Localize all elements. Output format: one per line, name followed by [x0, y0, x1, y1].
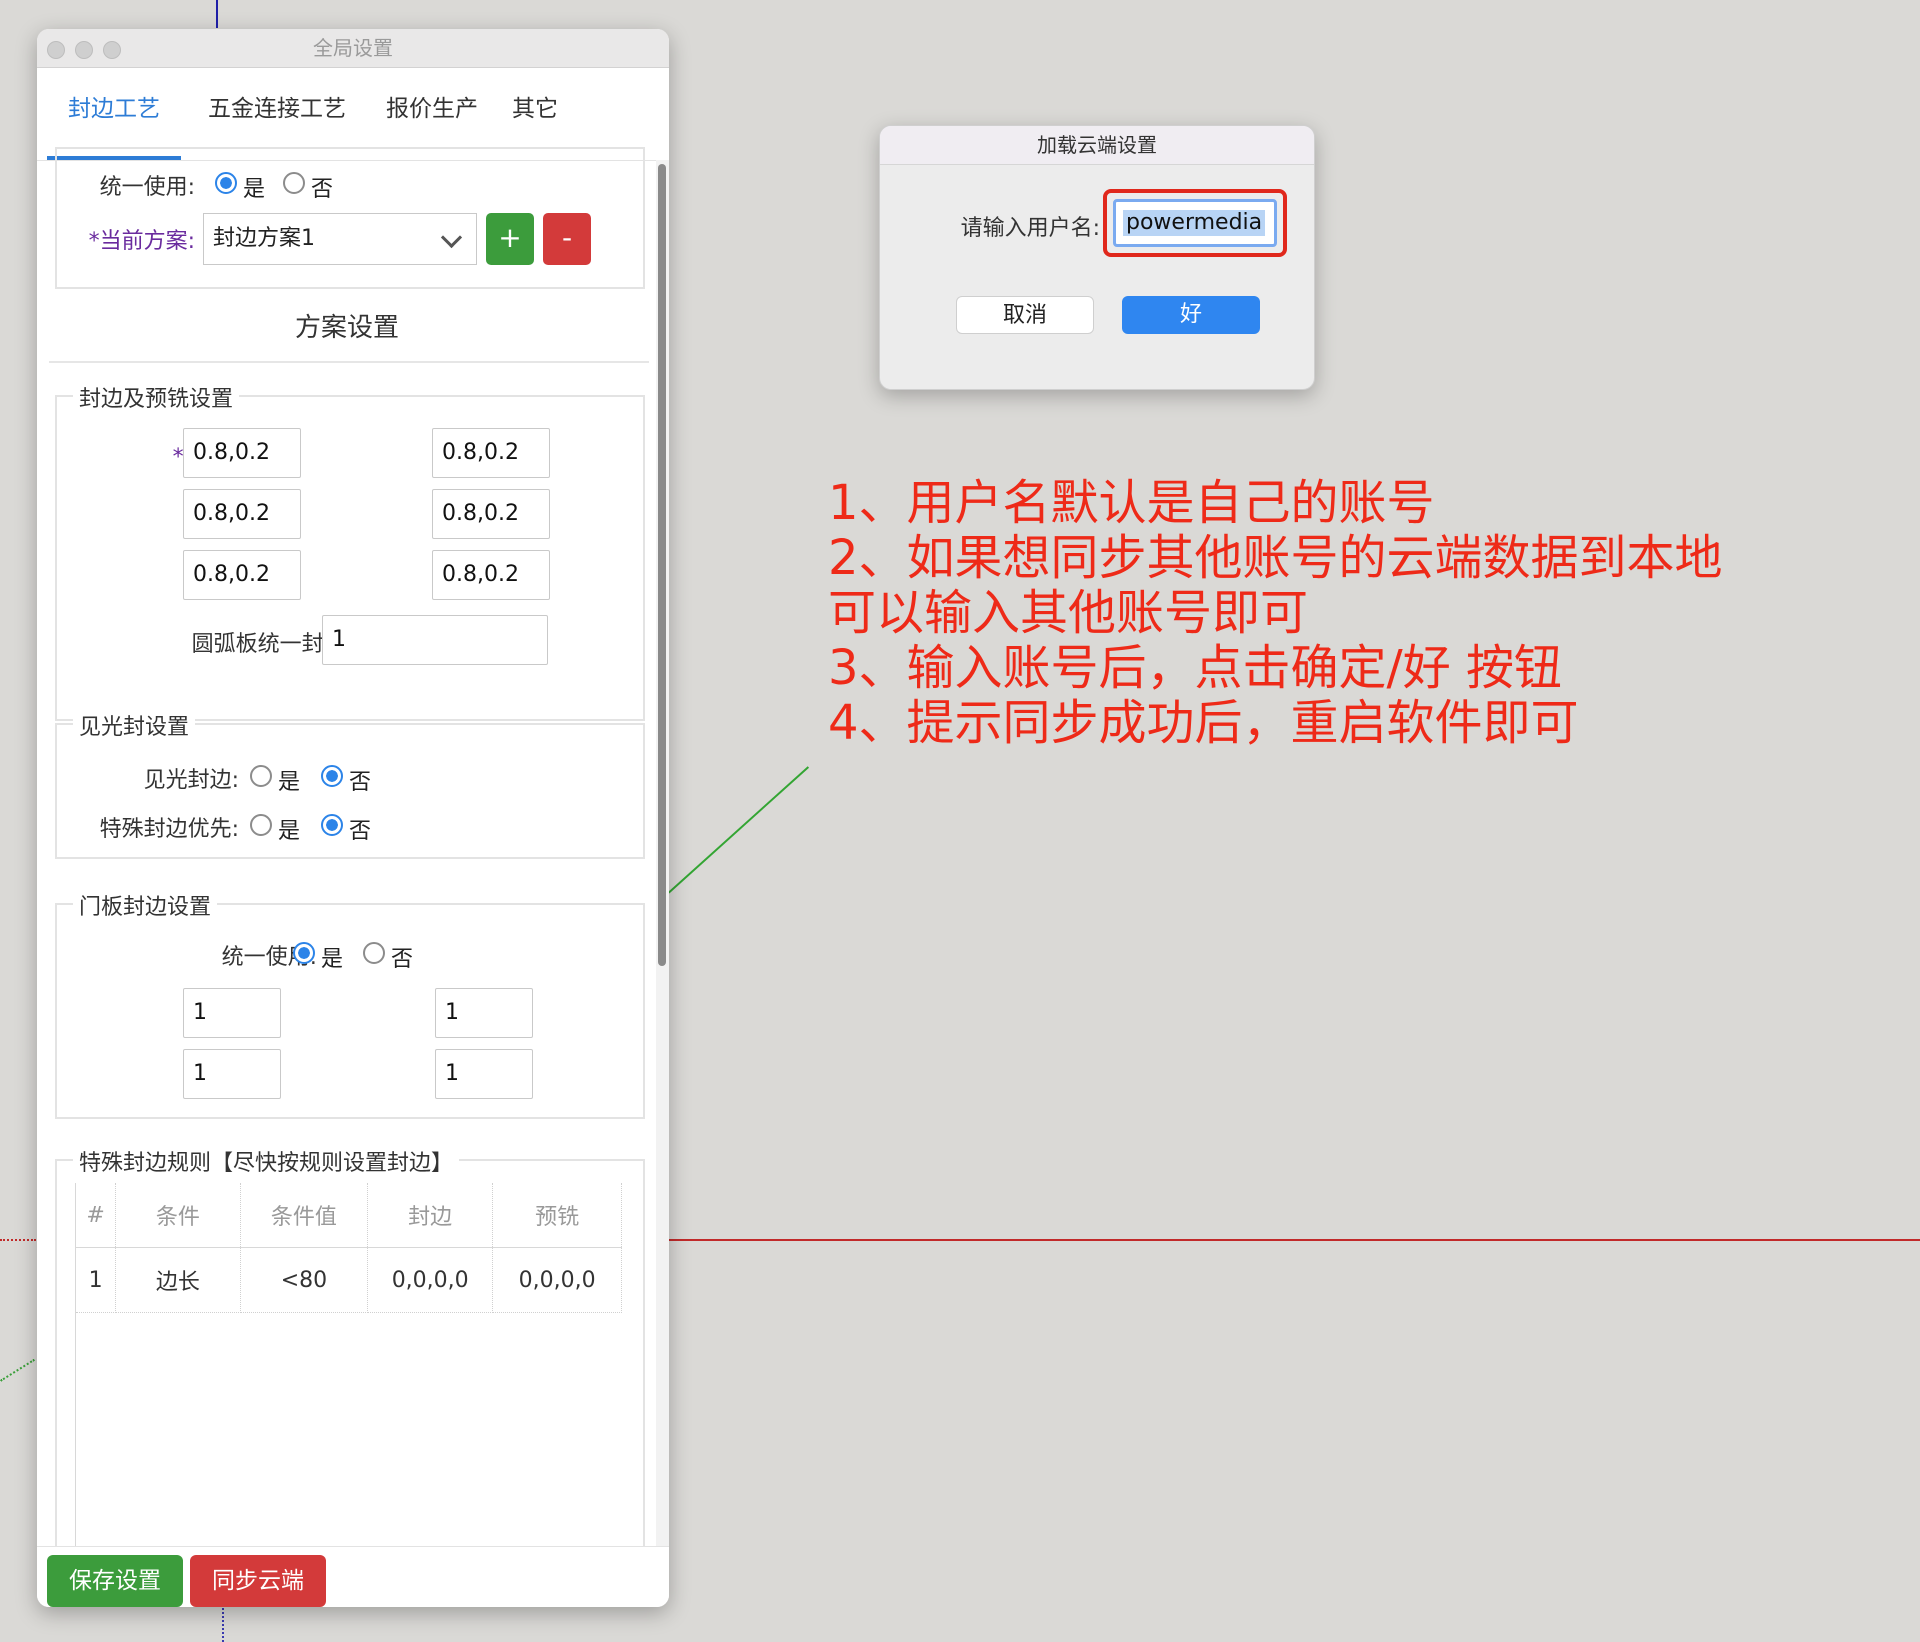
annotation-line-4: 3、输入账号后，点击确定/好 按钮: [828, 640, 1562, 696]
edge-milling-legend: 封边及预铣设置: [73, 381, 240, 413]
unified-use-yes-radio[interactable]: [215, 172, 237, 194]
table-cell-premill: 0,0,0,0: [492, 1247, 622, 1313]
annotation-line-1: 1、用户名默认是自己的账号: [828, 475, 1435, 531]
special-priority-no-radio[interactable]: [321, 814, 343, 836]
visible-edge-legend: 见光封设置: [73, 709, 196, 741]
load-cloud-settings-dialog: 加载云端设置 请输入用户名: powermedia 取消 好: [879, 125, 1315, 390]
door-left-input[interactable]: 1: [183, 988, 281, 1038]
visible-edge-yes-label: 是: [278, 770, 301, 795]
visible-edge-yes-radio[interactable]: [250, 765, 272, 787]
door-top-input[interactable]: 1: [183, 1049, 281, 1099]
section-divider: [49, 361, 649, 363]
arc-board-input[interactable]: 1: [322, 615, 548, 665]
table-header-row: # 条件 条件值 封边 预铣: [76, 1183, 622, 1248]
unified-use-label: 统一使用:: [99, 175, 195, 200]
current-scheme-value: 封边方案1: [213, 226, 315, 251]
username-prompt-label: 请输入用户名:: [960, 216, 1100, 241]
dialog-title: 加载云端设置: [880, 126, 1314, 165]
door-unified-no-radio[interactable]: [363, 942, 385, 964]
annotation-line-2: 2、如果想同步其他账号的云端数据到本地: [828, 530, 1723, 586]
axis-line-red: [668, 1239, 1920, 1241]
chevron-down-icon: [440, 226, 463, 249]
right-edge-input[interactable]: 0.8,0.2: [432, 489, 550, 539]
footer-bar: 保存设置 同步云端: [37, 1546, 669, 1607]
window-title: 全局设置: [313, 36, 393, 60]
current-scheme-select[interactable]: 封边方案1: [203, 213, 477, 265]
column-header-condition-value[interactable]: 条件值: [240, 1183, 369, 1248]
table-cell-index: 1: [76, 1247, 117, 1313]
annotation-line-3: 可以输入其他账号即可: [828, 585, 1309, 641]
annotation-line-5: 4、提示同步成功后，重启软件即可: [828, 695, 1579, 751]
table-cell-condition: 边长: [115, 1247, 241, 1313]
axis-line-green-dotted: [0, 1358, 35, 1382]
bottom-edge-input[interactable]: 0.8,0.2: [432, 550, 550, 600]
door-edge-legend: 门板封边设置: [73, 889, 218, 921]
cancel-button[interactable]: 取消: [956, 296, 1094, 334]
global-settings-window: 全局设置 封边工艺 五金连接工艺 报价生产 其它 统一使用: 是 否 *当前方案…: [37, 29, 669, 1607]
table-cell-condition-value: <80: [240, 1247, 369, 1313]
axis-line-red-dotted: [0, 1239, 36, 1241]
door-right-input[interactable]: 1: [435, 988, 533, 1038]
visible-edge-label: 见光封边:: [143, 768, 239, 793]
special-priority-yes-label: 是: [278, 819, 301, 844]
column-header-condition[interactable]: 条件: [115, 1183, 241, 1248]
window-titlebar[interactable]: 全局设置: [37, 29, 669, 68]
special-edge-priority-label: 特殊封边优先:: [99, 817, 239, 842]
axis-line-green: [668, 766, 810, 894]
visible-edge-no-radio[interactable]: [321, 765, 343, 787]
special-rules-table: # 条件 条件值 封边 预铣 1 边长 <80 0,0,0,0 0,0,0,0: [76, 1183, 622, 1313]
unified-use-no-label: 否: [311, 177, 334, 202]
scrollbar-thumb[interactable]: [658, 164, 666, 966]
door-unified-yes-label: 是: [321, 947, 344, 972]
axis-line-blue: [216, 0, 218, 28]
visible-edge-no-label: 否: [349, 770, 372, 795]
save-settings-button[interactable]: 保存设置: [47, 1555, 183, 1607]
username-value: powermedia: [1123, 210, 1266, 236]
special-priority-no-label: 否: [349, 819, 372, 844]
unified-use-no-radio[interactable]: [283, 172, 305, 194]
top-edge-input[interactable]: 0.8,0.2: [183, 550, 301, 600]
table-row[interactable]: 1 边长 <80 0,0,0,0 0,0,0,0: [76, 1247, 622, 1313]
back-edge-input[interactable]: 0.8,0.2: [432, 428, 550, 478]
scheme-settings-heading: 方案设置: [294, 313, 399, 343]
table-cell-edge: 0,0,0,0: [367, 1247, 494, 1313]
add-scheme-button[interactable]: +: [486, 213, 534, 265]
column-header-edge[interactable]: 封边: [367, 1183, 494, 1248]
door-unified-yes-radio[interactable]: [293, 942, 315, 964]
door-bottom-input[interactable]: 1: [435, 1049, 533, 1099]
ok-button[interactable]: 好: [1122, 296, 1260, 334]
front-edge-input[interactable]: 0.8,0.2: [183, 428, 301, 478]
sync-cloud-button[interactable]: 同步云端: [190, 1555, 326, 1607]
remove-scheme-button[interactable]: -: [543, 213, 591, 265]
special-rules-legend: 特殊封边规则【尽快按规则设置封边】: [73, 1145, 460, 1177]
current-scheme-label: *当前方案:: [88, 229, 195, 254]
rules-table-wrapper: # 条件 条件值 封边 预铣 1 边长 <80 0,0,0,0 0,0,0,0: [75, 1183, 622, 1563]
unified-use-yes-label: 是: [243, 177, 266, 202]
door-unified-no-label: 否: [391, 947, 414, 972]
left-edge-input[interactable]: 0.8,0.2: [183, 489, 301, 539]
column-header-premill[interactable]: 预铣: [492, 1183, 622, 1248]
username-input[interactable]: powermedia: [1113, 199, 1277, 247]
arc-board-label: 圆弧板统一封边:: [191, 632, 353, 657]
special-priority-yes-radio[interactable]: [250, 814, 272, 836]
column-header-index[interactable]: #: [76, 1183, 117, 1248]
instruction-annotation: 1、用户名默认是自己的账号 2、如果想同步其他账号的云端数据到本地 可以输入其他…: [828, 476, 1723, 751]
